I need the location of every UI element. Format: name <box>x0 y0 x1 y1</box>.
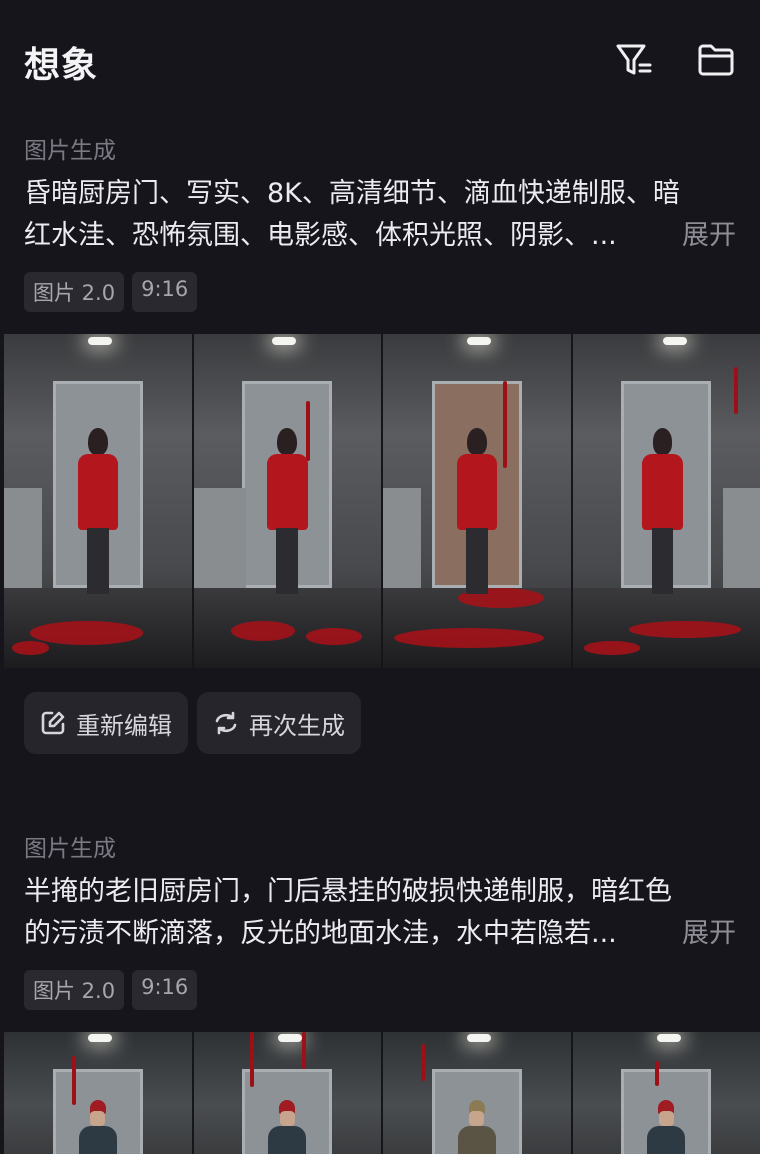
header: 想象 <box>0 0 760 120</box>
folder-icon[interactable] <box>694 38 738 82</box>
expand-link[interactable]: 展开 <box>674 215 736 257</box>
regenerate-label: 再次生成 <box>249 711 345 740</box>
re-edit-button[interactable]: 重新编辑 <box>24 692 188 754</box>
model-tag: 图片 2.0 <box>24 272 125 312</box>
generated-image[interactable] <box>383 1032 571 1154</box>
prompt-line: 红水洼、恐怖氛围、电影感、体积光照、阴影、... <box>24 220 617 251</box>
refresh-icon <box>215 711 237 735</box>
edit-icon <box>41 711 65 735</box>
item-label: 图片生成 <box>24 138 116 164</box>
page-title: 想象 <box>24 45 99 86</box>
item-label: 图片生成 <box>24 836 116 862</box>
prompt-text[interactable]: 半掩的老旧厨房门，门后悬挂的破损快递制服，暗红色 的污渍不断滴落，反光的地面水洼… <box>24 871 736 955</box>
generated-image[interactable] <box>193 1032 381 1154</box>
generated-image[interactable] <box>4 1032 192 1154</box>
ratio-tag: 9:16 <box>132 970 198 1010</box>
prompt-text[interactable]: 昏暗厨房门、写实、8K、高清细节、滴血快递制服、暗 红水洼、恐怖氛围、电影感、体… <box>24 173 736 257</box>
image-grid <box>4 1032 760 1154</box>
action-bar: 重新编辑 再次生成 <box>24 692 361 754</box>
regenerate-button[interactable]: 再次生成 <box>197 692 361 754</box>
tag-list: 图片 2.0 9:16 <box>24 970 198 1010</box>
prompt-line: 的污渍不断滴落，反光的地面水洼，水中若隐若... <box>24 918 617 949</box>
generated-image[interactable] <box>383 334 571 668</box>
generated-image[interactable] <box>572 334 760 668</box>
filter-icon[interactable] <box>612 38 656 82</box>
prompt-line: 半掩的老旧厨房门，门后悬挂的破损快递制服，暗红色 <box>24 876 672 907</box>
prompt-line: 昏暗厨房门、写实、8K、高清细节、滴血快递制服、暗 <box>24 178 680 209</box>
generated-image[interactable] <box>572 1032 760 1154</box>
generated-image[interactable] <box>4 334 192 668</box>
re-edit-label: 重新编辑 <box>76 711 172 740</box>
ratio-tag: 9:16 <box>132 272 198 312</box>
image-grid <box>4 334 760 668</box>
tag-list: 图片 2.0 9:16 <box>24 272 198 312</box>
expand-link[interactable]: 展开 <box>674 913 736 955</box>
model-tag: 图片 2.0 <box>24 970 125 1010</box>
generated-image[interactable] <box>193 334 381 668</box>
